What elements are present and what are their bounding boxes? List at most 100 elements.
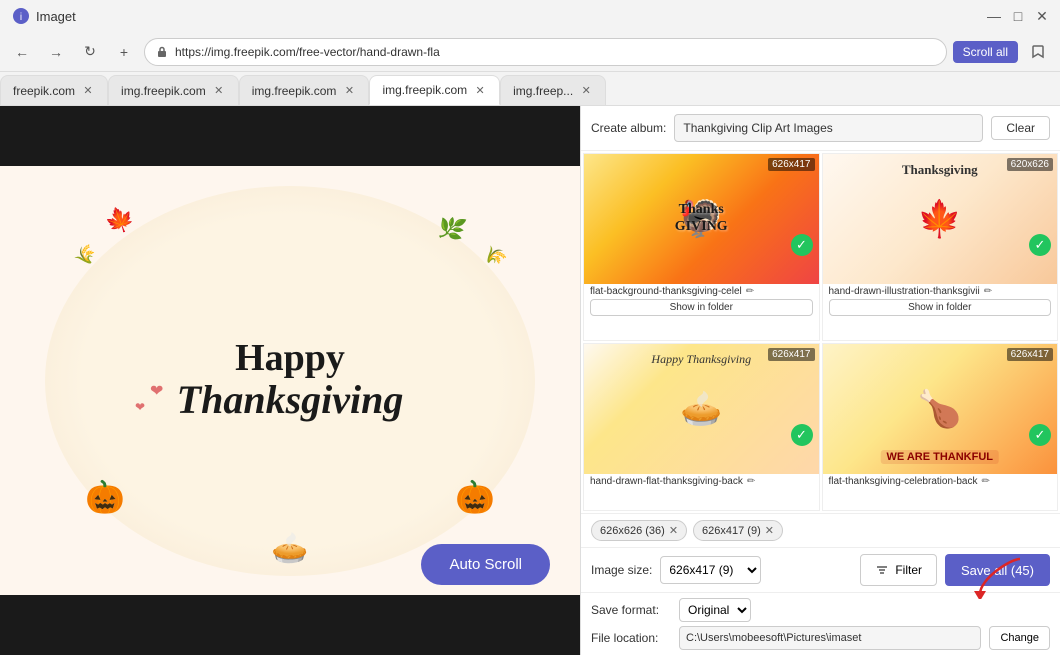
tab-4[interactable]: img.freep... ✕ [500,75,606,105]
maximize-button[interactable]: □ [1012,10,1024,22]
heart-left: ❤ [150,381,163,401]
size-tags-row: 626x626 (36) ✕ 626x417 (9) ✕ [581,513,1060,547]
bookmark-button[interactable] [1024,38,1052,66]
grid-item-3[interactable]: 🍗 WE ARE THANKFUL 626x417 ✓ flat-thanksg… [822,343,1059,512]
check-icon-3: ✓ [1029,424,1051,446]
check-icon-2: ✓ [791,424,813,446]
size-tag-1[interactable]: 626x417 (9) ✕ [693,520,783,541]
grid-thumb-0: 🦃 ThanksGIVING 626x417 ✓ [584,154,819,284]
tab-1[interactable]: img.freepik.com ✕ [108,75,239,105]
file-location-input[interactable] [679,626,981,650]
tab-close-4[interactable]: ✕ [579,84,593,98]
size-tag-label-0: 626x626 (36) [600,525,665,537]
main-content: 🍁 🌿 🌾 🌾 🎃 🎃 🥧 ❤ ❤ Happy Thanksgiving Aut… [0,106,1060,655]
forward-button[interactable]: → [42,38,70,66]
new-tab-button[interactable]: + [110,38,138,66]
app-title: Imaget [36,9,76,24]
browser-bar: ← → ↻ + https://img.freepik.com/free-vec… [0,32,1060,72]
grid-thumb-1: 🍁 Thanksgiving 620x626 ✓ [823,154,1058,284]
grid-name-2: hand-drawn-flat-thanksgiving-back ✏ [590,476,813,487]
right-panel: Create album: Clear 🦃 ThanksGIVING 626x4… [580,106,1060,655]
branch-left: 🌾 [71,241,102,271]
top-bar [0,106,580,166]
minimize-button[interactable]: — [988,10,1000,22]
tab-bar: freepik.com ✕ img.freepik.com ✕ img.free… [0,72,1060,106]
grid-info-2: hand-drawn-flat-thanksgiving-back ✏ [584,474,819,491]
auto-scroll-button[interactable]: Auto Scroll [421,544,550,585]
grid-thumb-3: 🍗 WE ARE THANKFUL 626x417 ✓ [823,344,1058,474]
image-size-select[interactable]: 626x417 (9) 626x626 (36) All sizes [660,556,761,584]
file-info: Save format: Original JPG PNG WebP File … [581,592,1060,655]
filter-button[interactable]: Filter [860,554,937,586]
grid-dims-2: 626x417 [768,348,814,361]
grid-dims-3: 626x417 [1007,348,1053,361]
thumb-text-2: Happy Thanksgiving [651,352,751,367]
close-button[interactable]: ✕ [1036,10,1048,22]
grid-item-1[interactable]: 🍁 Thanksgiving 620x626 ✓ hand-drawn-illu… [822,153,1059,341]
title-line1: Happy [235,337,345,379]
check-icon-0: ✓ [791,234,813,256]
album-input[interactable] [674,114,983,142]
grid-thumb-2: 🥧 Happy Thanksgiving 626x417 ✓ [584,344,819,474]
leaf-top-right: 🌿 [435,212,468,244]
window-controls: — □ ✕ [988,10,1048,22]
grid-item-2[interactable]: 🥧 Happy Thanksgiving 626x417 ✓ hand-draw… [583,343,820,512]
thumb-overlay-0: ThanksGIVING [675,202,728,236]
image-title: Happy Thanksgiving [177,339,404,422]
tab-close-0[interactable]: ✕ [81,84,95,98]
size-tag-remove-1[interactable]: ✕ [765,524,774,537]
back-button[interactable]: ← [8,38,36,66]
filter-label: Filter [895,563,922,577]
grid-info-1: hand-drawn-illustration-thanksgivii ✏ Sh… [823,284,1058,320]
pumpkin-right: 🎃 [455,478,495,516]
tab-close-2[interactable]: ✕ [342,84,356,98]
change-button[interactable]: Change [989,626,1050,650]
show-folder-0[interactable]: Show in folder [590,299,813,316]
grid-name-0: flat-background-thanksgiving-celel ✏ [590,286,813,297]
tab-3[interactable]: img.freepik.com ✕ [369,75,500,105]
tab-label-3: img.freepik.com [382,83,467,97]
tab-close-1[interactable]: ✕ [212,84,226,98]
edit-icon-1[interactable]: ✏ [984,286,992,297]
tab-2[interactable]: img.freepik.com ✕ [239,75,370,105]
image-size-label: Image size: [591,563,652,577]
format-row: Save format: Original JPG PNG WebP [591,598,1050,622]
album-label: Create album: [591,121,666,135]
grid-item-0[interactable]: 🦃 ThanksGIVING 626x417 ✓ flat-background… [583,153,820,341]
size-tag-remove-0[interactable]: ✕ [669,524,678,537]
size-tag-0[interactable]: 626x626 (36) ✕ [591,520,687,541]
address-bar[interactable]: https://img.freepik.com/free-vector/hand… [144,38,947,66]
browser-viewport: 🍁 🌿 🌾 🌾 🎃 🎃 🥧 ❤ ❤ Happy Thanksgiving Aut… [0,106,580,655]
edit-icon-2[interactable]: ✏ [747,476,755,487]
tab-label-1: img.freepik.com [121,84,206,98]
branch-right: 🌾 [478,241,509,271]
scroll-all-button[interactable]: Scroll all [953,41,1018,63]
refresh-button[interactable]: ↻ [76,38,104,66]
thumb-emoji-2: 🥧 [680,389,722,429]
format-select[interactable]: Original JPG PNG WebP [679,598,751,622]
grid-info-0: flat-background-thanksgiving-celel ✏ Sho… [584,284,819,320]
tab-label-2: img.freepik.com [252,84,337,98]
thumb-text-1: Thanksgiving [902,162,978,178]
thumb-banner-3: WE ARE THANKFUL [880,450,999,464]
app-icon: i [12,7,30,25]
grid-dims-0: 626x417 [768,158,814,171]
clear-button[interactable]: Clear [991,116,1050,140]
save-all-button[interactable]: Save all (45) [945,554,1050,586]
pie-bottom: 🥧 [271,531,308,566]
tab-label-0: freepik.com [13,84,75,98]
thumb-emoji-1: 🍁 [917,198,962,240]
tab-close-3[interactable]: ✕ [473,83,487,97]
image-grid: 🦃 ThanksGIVING 626x417 ✓ flat-background… [581,151,1060,513]
grid-name-3: flat-thanksgiving-celebration-back ✏ [829,476,1052,487]
edit-icon-3[interactable]: ✏ [981,476,989,487]
tab-0[interactable]: freepik.com ✕ [0,75,108,105]
lock-icon [155,45,169,59]
save-controls: Image size: 626x417 (9) 626x626 (36) All… [581,547,1060,592]
show-folder-1[interactable]: Show in folder [829,299,1052,316]
thumb-emoji-3: 🍗 [917,388,962,430]
filter-icon [875,563,889,577]
edit-icon-0[interactable]: ✏ [746,286,754,297]
bottom-bar [0,595,580,655]
pumpkin-left: 🎃 [85,478,125,516]
